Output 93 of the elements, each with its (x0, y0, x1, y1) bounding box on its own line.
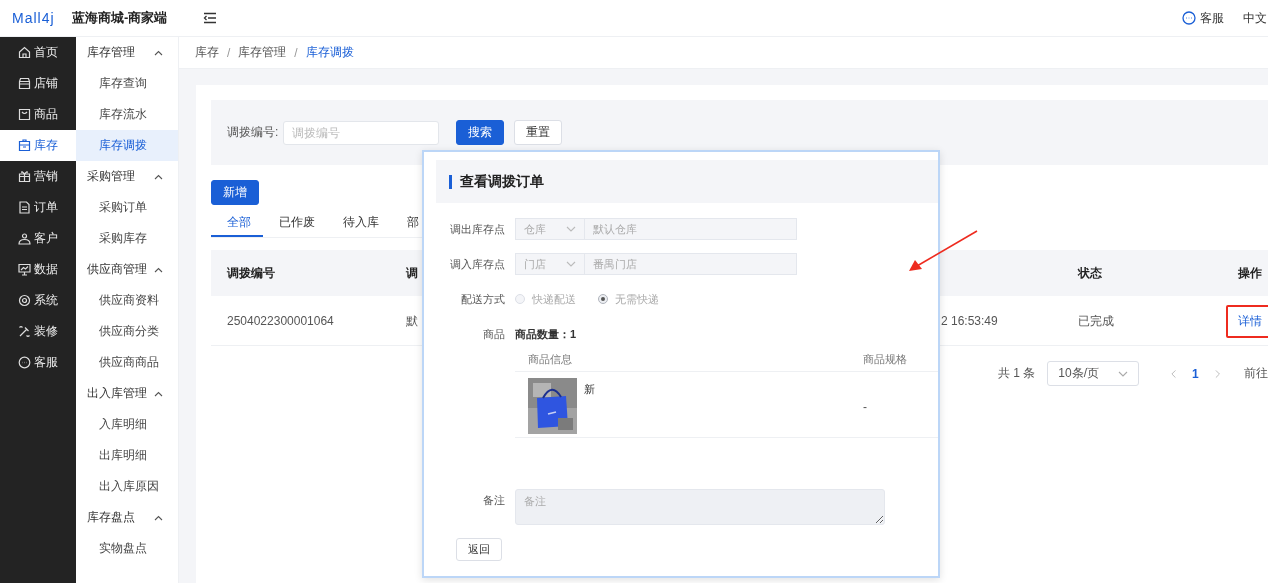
tab[interactable]: 已作废 (263, 210, 327, 235)
chevron-down-icon (566, 226, 576, 232)
menu-fold-icon (203, 12, 218, 24)
submenu-item[interactable]: 供应商分类 (76, 316, 178, 347)
submenu-item[interactable]: 供应商商品 (76, 347, 178, 378)
add-button[interactable]: 新增 (211, 180, 259, 205)
product-spec: - (863, 400, 867, 414)
breadcrumb-item[interactable]: 库存调拨 (305, 44, 354, 61)
submenu-item[interactable]: 入库明细 (76, 409, 178, 440)
submenu-item[interactable]: 采购库存 (76, 223, 178, 254)
language-link[interactable]: 中文 (1243, 9, 1268, 27)
field-label: 调入库存点 (449, 256, 506, 272)
logo: Mall4j (12, 10, 56, 26)
field-label: 备注 (482, 493, 506, 508)
breadcrumb-separator: / (227, 45, 231, 60)
details-link[interactable]: 详情 (1226, 304, 1268, 338)
nav-item[interactable]: 系统 (0, 285, 76, 316)
title-accent-bar (449, 174, 452, 189)
home-icon (18, 46, 31, 59)
submenu-item[interactable]: 出库明细 (76, 440, 178, 471)
submenu-item[interactable]: 出入库原因 (76, 471, 178, 502)
user-icon (18, 232, 31, 245)
table-cell: 2 16:53:49 (941, 314, 998, 328)
chevron-down-icon (566, 261, 576, 267)
total-count: 共 1 条 (998, 365, 1036, 382)
page-size-value: 10条/页 (1058, 365, 1100, 382)
tab[interactable]: 部 (391, 210, 419, 235)
nav-item[interactable]: 商品 (0, 99, 76, 130)
table-cell: 已完成 (1078, 312, 1114, 330)
submenu-item[interactable]: 采购订单 (76, 192, 178, 223)
submenu-item[interactable]: 库存调拨 (76, 130, 178, 161)
column-header: 操作 (1238, 264, 1262, 282)
nav-item[interactable]: 首页 (0, 37, 76, 68)
nav-item[interactable]: 装修 (0, 316, 76, 347)
select-value: 仓库 (524, 221, 546, 237)
box-icon (18, 139, 31, 152)
chevron-left-icon (1170, 368, 1176, 379)
column-header: 商品信息 (515, 347, 850, 372)
nav-item[interactable]: 库存 (0, 130, 76, 161)
monitor-icon (18, 263, 31, 276)
breadcrumb-item[interactable]: 库存 (195, 44, 219, 61)
jump-label: 前往 (1244, 365, 1268, 382)
field-label: 调出库存点 (449, 221, 506, 237)
field-label: 商品 (482, 326, 506, 342)
nav-item[interactable]: 客服 (0, 347, 76, 378)
service-label: 客服 (1200, 9, 1224, 27)
breadcrumb-separator: / (294, 45, 298, 60)
submenu-item[interactable]: 实物盘点 (76, 533, 178, 564)
nav-item[interactable]: 营销 (0, 161, 76, 192)
search-label: 调拨编号: (227, 124, 280, 141)
select-value: 门店 (524, 256, 546, 272)
store-icon (18, 77, 31, 90)
back-button[interactable]: 返回 (456, 538, 502, 561)
nav-item[interactable]: 店铺 (0, 68, 76, 99)
page-number[interactable]: 1 (1192, 366, 1199, 381)
dialog-title: 查看调拨订单 (460, 172, 544, 191)
column-header: 状态 (1078, 264, 1102, 282)
gift-icon (18, 170, 31, 183)
nav-item[interactable]: 订单 (0, 192, 76, 223)
tab[interactable]: 全部 (211, 210, 263, 237)
customer-service-link[interactable]: 客服 (1182, 9, 1224, 27)
field-label: 配送方式 (460, 291, 506, 307)
search-field[interactable]: 调拨编号 (283, 120, 439, 145)
bag-icon (18, 108, 31, 121)
document-icon (18, 201, 31, 214)
submenu-item[interactable]: 供应商资料 (76, 285, 178, 316)
breadcrumb-item[interactable]: 库存管理 (238, 44, 287, 61)
goods-count: 商品数量：1 (515, 326, 577, 342)
product-name: 新 (584, 382, 595, 397)
column-header: 商品规格 (850, 347, 938, 372)
page-size-select[interactable]: 10条/页 (1047, 361, 1139, 386)
table-cell: 默 (406, 312, 418, 330)
submenu-group[interactable]: 库存盘点 (76, 502, 178, 533)
chevron-right-icon (1214, 368, 1220, 379)
submenu-group[interactable]: 采购管理 (76, 161, 178, 192)
tab[interactable]: 待入库 (327, 210, 391, 235)
search-button[interactable]: 搜索 (456, 120, 504, 145)
app-title: 蓝海商城-商家端 (72, 9, 168, 27)
nav-item[interactable]: 客户 (0, 223, 76, 254)
submenu-group[interactable]: 库存管理 (76, 37, 178, 68)
chevron-down-icon (1117, 370, 1128, 377)
submenu-item[interactable]: 库存查询 (76, 68, 178, 99)
column-header: 调 (406, 264, 418, 282)
column-header: 调拨编号 (227, 264, 275, 282)
nav-item[interactable]: 数据 (0, 254, 76, 285)
chat-icon (1182, 11, 1196, 25)
submenu-item[interactable]: 库存流水 (76, 99, 178, 130)
table-cell: 2504022300001064 (227, 314, 334, 328)
reset-button[interactable]: 重置 (514, 120, 562, 145)
chat-icon (18, 356, 31, 369)
submenu-group[interactable]: 供应商管理 (76, 254, 178, 285)
submenu-group[interactable]: 出入库管理 (76, 378, 178, 409)
annotation-arrow (909, 230, 978, 271)
